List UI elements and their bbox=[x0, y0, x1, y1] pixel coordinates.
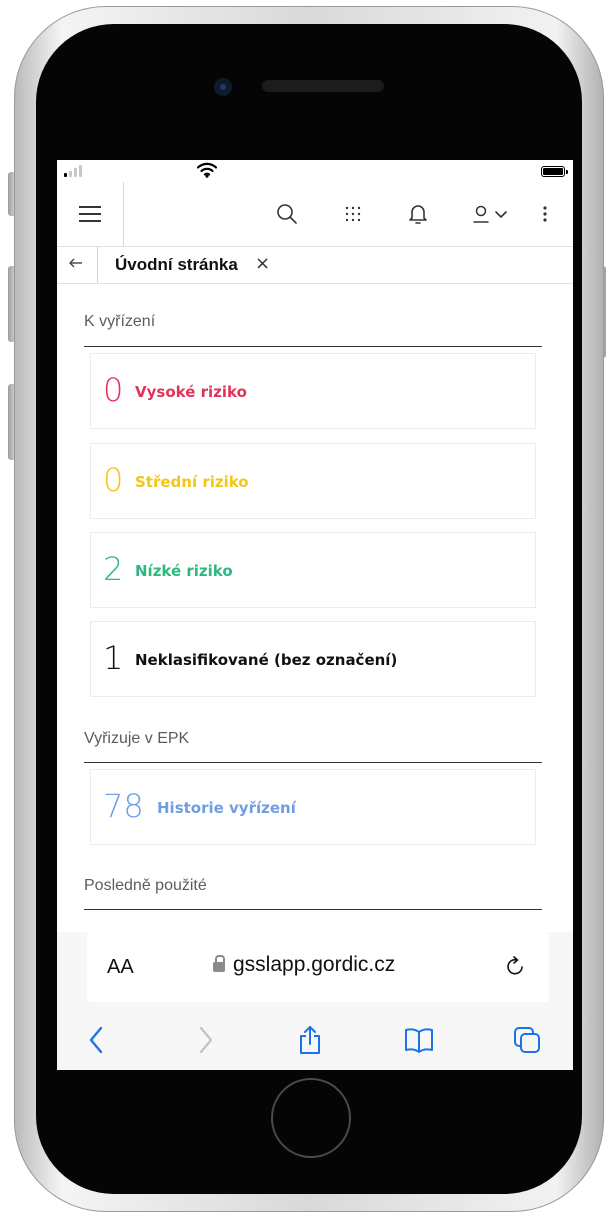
front-camera bbox=[214, 78, 232, 96]
browser-chrome: AA gsslapp.gordic.cz bbox=[57, 932, 573, 1070]
section-divider bbox=[84, 346, 542, 347]
card-unclassified[interactable]: 1 Neklasifikované (bez označení) bbox=[90, 621, 536, 697]
tab-divider bbox=[97, 247, 98, 283]
card-count: 2 bbox=[103, 550, 124, 588]
tabs-icon[interactable] bbox=[513, 1024, 543, 1056]
card-count: 78 bbox=[103, 787, 144, 825]
wifi-icon bbox=[197, 162, 217, 178]
card-count: 0 bbox=[103, 461, 124, 499]
bell-icon[interactable] bbox=[408, 200, 428, 228]
tab-home[interactable]: Úvodní stránka bbox=[115, 255, 238, 275]
text-size-button[interactable]: AA bbox=[107, 956, 134, 979]
forward-icon bbox=[199, 1026, 213, 1054]
reload-icon[interactable] bbox=[505, 954, 527, 978]
card-low-risk[interactable]: 2 Nízké riziko bbox=[90, 532, 536, 608]
app-header bbox=[57, 182, 573, 247]
card-label: Historie vyřízení bbox=[157, 799, 296, 817]
card-history[interactable]: 78 Historie vyřízení bbox=[90, 769, 536, 845]
status-bar bbox=[57, 160, 573, 182]
lock-icon bbox=[213, 955, 225, 972]
signal-icon bbox=[64, 165, 92, 177]
card-label: Vysoké riziko bbox=[135, 383, 247, 401]
browser-toolbar bbox=[57, 1016, 573, 1070]
card-high-risk[interactable]: 0 Vysoké riziko bbox=[90, 353, 536, 429]
tab-bar: Úvodní stránka × bbox=[57, 247, 573, 284]
card-medium-risk[interactable]: 0 Střední riziko bbox=[90, 443, 536, 519]
section-title-epk: Vyřizuje v EPK bbox=[84, 730, 190, 747]
back-arrow-icon[interactable] bbox=[67, 254, 85, 272]
home-button[interactable] bbox=[271, 1078, 351, 1158]
section-title-recent: Posledně použité bbox=[84, 877, 207, 894]
share-icon[interactable] bbox=[298, 1024, 322, 1056]
tab-close-icon[interactable]: × bbox=[255, 253, 270, 274]
text-size-label: AA bbox=[107, 956, 134, 978]
card-label: Nízké riziko bbox=[135, 562, 233, 580]
header-divider bbox=[123, 182, 124, 246]
back-icon[interactable] bbox=[87, 1024, 105, 1056]
url-text: gsslapp.gordic.cz bbox=[233, 953, 396, 976]
section-divider bbox=[84, 909, 542, 910]
battery-icon bbox=[541, 166, 568, 177]
more-vertical-icon[interactable] bbox=[541, 200, 549, 228]
apps-grid-icon[interactable] bbox=[343, 200, 363, 228]
section-divider bbox=[84, 762, 542, 763]
hamburger-menu-icon[interactable] bbox=[79, 200, 101, 228]
earpiece-speaker bbox=[262, 80, 384, 92]
chevron-down-icon[interactable] bbox=[494, 200, 508, 228]
bookmarks-icon[interactable] bbox=[404, 1024, 434, 1056]
card-label: Střední riziko bbox=[135, 473, 249, 491]
address-bar[interactable]: AA gsslapp.gordic.cz bbox=[87, 932, 549, 1002]
search-icon[interactable] bbox=[276, 200, 298, 228]
user-icon[interactable] bbox=[471, 200, 491, 228]
card-label: Neklasifikované (bez označení) bbox=[135, 651, 398, 669]
card-count: 1 bbox=[103, 639, 124, 677]
phone-screen: Úvodní stránka × K vyřízení 0 Vysoké riz… bbox=[57, 160, 573, 1070]
card-count: 0 bbox=[103, 371, 124, 409]
section-title-pending: K vyřízení bbox=[84, 313, 156, 330]
